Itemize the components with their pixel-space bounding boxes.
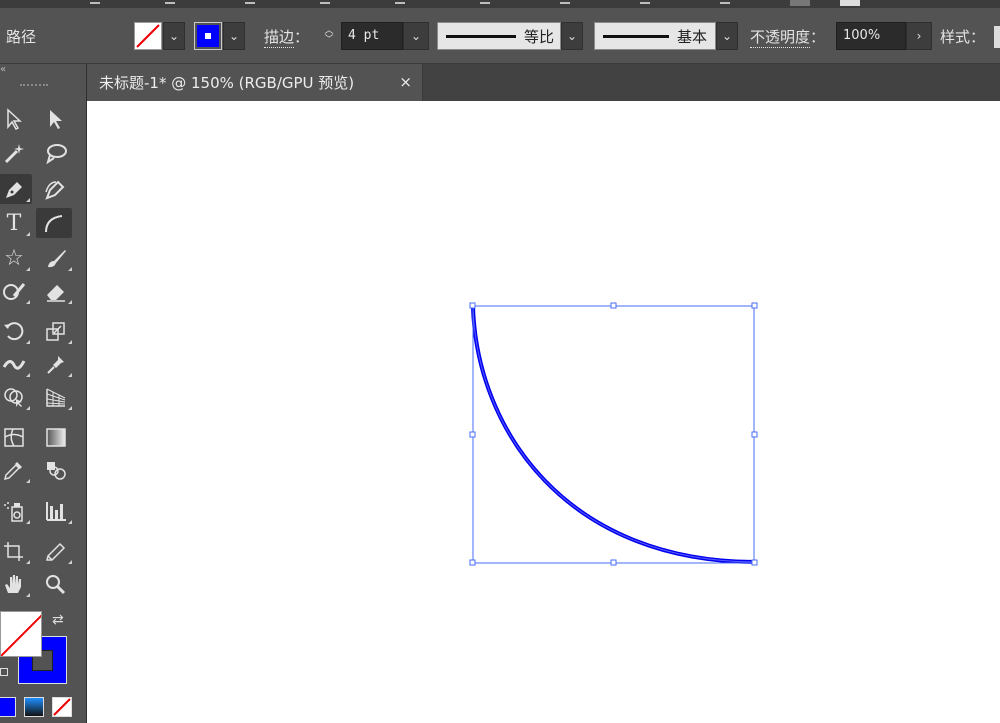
control-bar: 路径 ⌄ ⌄ 描边： ︿ ﹀ 4 pt ⌄ 等比 ⌄ 基本 ⌄ 不透明度： 100… (0, 8, 1000, 64)
style-swatch[interactable] (994, 26, 1000, 48)
blend-tool-icon[interactable] (38, 455, 74, 485)
gradient-tool-icon[interactable] (38, 422, 74, 452)
none-fill-icon (1, 614, 41, 656)
chevron-down-icon: ⌄ (721, 29, 733, 43)
fill-dropdown-button[interactable]: ⌄ (163, 22, 185, 50)
selection-bounding-box (472, 305, 755, 564)
artboard-tool-icon[interactable] (0, 536, 32, 566)
puppet-warp-tool-icon[interactable] (38, 349, 74, 379)
star-tool-icon[interactable]: ☆ (0, 243, 32, 273)
eyedropper-tool-icon[interactable] (0, 455, 32, 485)
pen-tool-icon[interactable] (0, 174, 32, 204)
scale-tool-icon[interactable] (38, 316, 74, 346)
magic-wand-tool-icon[interactable] (0, 138, 32, 168)
shape-builder-tool-icon[interactable] (0, 382, 32, 412)
panel-collapse-icon[interactable]: « (0, 64, 6, 75)
chevron-down-icon: ⌄ (566, 29, 578, 43)
profile-dropdown-button[interactable]: ⌄ (561, 22, 583, 50)
default-fill-stroke-icon[interactable] (0, 668, 8, 676)
variable-width-profile[interactable]: 等比 (437, 22, 561, 50)
rotate-tool-icon[interactable] (0, 316, 32, 346)
width-tool-icon[interactable] (0, 349, 32, 379)
symbol-sprayer-tool-icon[interactable] (0, 496, 32, 526)
direct-selection-tool-icon[interactable] (38, 104, 74, 134)
chevron-down-icon: ⌄ (410, 29, 422, 43)
zoom-tool-icon[interactable] (38, 569, 74, 599)
canvas-artwork (469, 302, 758, 566)
stroke-weight-dropdown[interactable]: ⌄ (403, 22, 429, 50)
panel-grip[interactable] (20, 84, 48, 88)
paintbrush-tool-icon[interactable] (38, 243, 74, 273)
fill-swatch[interactable] (134, 22, 162, 50)
column-graph-tool-icon[interactable] (38, 496, 74, 526)
profile-label: 等比 (524, 27, 555, 46)
stroke-weight-stepper[interactable]: ︿ ﹀ (318, 22, 340, 50)
gradient-mode-button[interactable] (24, 697, 44, 717)
artboard-canvas[interactable] (87, 101, 1000, 723)
mesh-tool-icon[interactable] (0, 422, 32, 452)
lasso-tool-icon[interactable] (38, 138, 74, 168)
stroke-label[interactable]: 描边： (264, 26, 309, 48)
document-title: 未标题-1* @ 150% (RGB/GPU 预览) (99, 74, 355, 92)
brush-definition[interactable]: 基本 (594, 22, 716, 50)
color-mode-button[interactable] (0, 697, 16, 717)
chevron-right-icon: › (916, 29, 922, 43)
hand-tool-icon[interactable] (0, 569, 32, 599)
style-label: 样式： (940, 28, 986, 46)
brush-label: 基本 (677, 27, 708, 46)
stroke-swatch[interactable] (194, 22, 222, 50)
type-tool-icon[interactable]: T (0, 208, 32, 238)
chevron-down-icon: ⌄ (228, 29, 240, 43)
slice-tool-icon[interactable] (38, 536, 74, 566)
eraser-tool-icon[interactable] (38, 276, 74, 306)
shaper-tool-icon[interactable] (0, 276, 32, 306)
opacity-label[interactable]: 不透明度： (750, 26, 825, 48)
fill-color-box[interactable] (0, 611, 42, 657)
tools-panel: « T ☆ ⇄ (0, 64, 87, 723)
menu-strip (0, 0, 1000, 8)
brush-dropdown-button[interactable]: ⌄ (716, 22, 738, 50)
object-type-label: 路径 (6, 28, 37, 46)
none-mode-button[interactable] (52, 697, 72, 717)
arc-path (471, 306, 755, 564)
selection-tool-icon[interactable] (0, 104, 32, 134)
perspective-grid-tool-icon[interactable] (38, 382, 74, 412)
tab-document[interactable]: 未标题-1* @ 150% (RGB/GPU 预览) × (87, 64, 423, 101)
chevron-down-icon: ﹀ (324, 35, 334, 45)
curvature-pen-tool-icon[interactable] (38, 174, 74, 204)
stroke-weight-input[interactable]: 4 pt (341, 22, 403, 50)
document-tab-bar: 未标题-1* @ 150% (RGB/GPU 预览) × (87, 64, 1000, 101)
stroke-dropdown-button[interactable]: ⌄ (223, 22, 245, 50)
bounding-box-handles (469, 302, 758, 566)
close-icon[interactable]: × (399, 73, 412, 91)
swap-fill-stroke-icon[interactable]: ⇄ (52, 612, 64, 628)
arc-tool-icon[interactable] (36, 208, 72, 238)
chevron-down-icon: ⌄ (168, 29, 180, 43)
none-icon (53, 698, 71, 716)
opacity-expand-button[interactable]: › (906, 22, 932, 50)
opacity-input[interactable]: 100% (836, 22, 906, 50)
none-fill-icon (136, 24, 160, 48)
